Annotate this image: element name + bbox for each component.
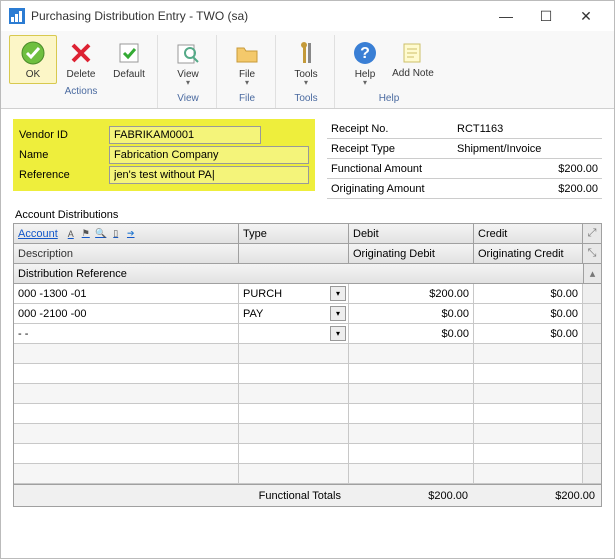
x-icon bbox=[67, 39, 95, 67]
reference-label: Reference bbox=[19, 169, 109, 181]
receipt-type-label: Receipt Type bbox=[327, 143, 457, 155]
cell-credit[interactable]: $0.00 bbox=[474, 304, 583, 323]
col-account[interactable]: Account A ⚑ 🔍 ▯ ➔ bbox=[14, 224, 239, 243]
chevron-down-icon bbox=[186, 80, 190, 87]
distribution-grid: Account A ⚑ 🔍 ▯ ➔ Type Debit Credit ⤢ De… bbox=[13, 223, 602, 507]
file-button[interactable]: File bbox=[223, 35, 271, 91]
col-credit[interactable]: Credit bbox=[474, 224, 583, 243]
expand-row-button[interactable]: ⤢ bbox=[583, 224, 601, 243]
maximize-button[interactable]: ☐ bbox=[526, 5, 566, 27]
arrow-right-icon[interactable]: ➔ bbox=[124, 227, 138, 241]
titlebar: Purchasing Distribution Entry - TWO (sa)… bbox=[1, 1, 614, 31]
totals-credit: $200.00 bbox=[474, 490, 601, 502]
vendorid-field[interactable] bbox=[109, 126, 261, 144]
originating-amount-value: $200.00 bbox=[457, 183, 602, 195]
group-tools-label: Tools bbox=[294, 91, 317, 108]
col-odebit: Originating Debit bbox=[349, 244, 474, 263]
default-button[interactable]: Default bbox=[105, 35, 153, 84]
cell-type[interactable]: PAY▾ bbox=[239, 304, 349, 323]
chevron-down-icon bbox=[304, 80, 308, 87]
group-file-label: File bbox=[239, 91, 255, 108]
search-icon[interactable]: 🔍 bbox=[94, 227, 108, 241]
help-button[interactable]: ? Help bbox=[341, 35, 389, 91]
section-title: Account Distributions bbox=[15, 209, 602, 221]
svg-text:?: ? bbox=[360, 45, 370, 62]
cell-type[interactable]: PURCH▾ bbox=[239, 284, 349, 303]
col-blank bbox=[239, 244, 349, 263]
totals-row: Functional Totals $200.00 $200.00 bbox=[14, 484, 601, 506]
chevron-down-icon bbox=[245, 80, 249, 87]
chevron-down-icon[interactable]: ▾ bbox=[330, 286, 346, 301]
col-type[interactable]: Type bbox=[239, 224, 349, 243]
col-description: Description bbox=[14, 244, 239, 263]
group-view-label: View bbox=[177, 91, 199, 108]
toolbar: OK Delete Default Actions View View bbox=[1, 31, 614, 109]
minimize-button[interactable]: — bbox=[486, 5, 526, 27]
note-icon bbox=[399, 39, 427, 67]
flag-icon[interactable]: ⚑ bbox=[79, 227, 93, 241]
collapse-row-button[interactable]: ⤡ bbox=[583, 244, 601, 263]
delete-label: Delete bbox=[67, 69, 96, 80]
cell-account[interactable]: - - bbox=[14, 324, 239, 343]
ok-label: OK bbox=[26, 69, 40, 80]
functional-amount-label: Functional Amount bbox=[327, 163, 457, 175]
chevron-down-icon[interactable]: ▾ bbox=[330, 306, 346, 321]
receipt-type-value: Shipment/Invoice bbox=[457, 143, 602, 155]
table-row[interactable]: 000 -2100 -00 PAY▾ $0.00 $0.00 bbox=[14, 304, 601, 324]
scroll-up-button[interactable]: ▴ bbox=[583, 264, 601, 283]
cell-debit[interactable]: $0.00 bbox=[349, 304, 474, 323]
help-icon: ? bbox=[351, 39, 379, 67]
delete-button[interactable]: Delete bbox=[57, 35, 105, 84]
tools-button[interactable]: Tools bbox=[282, 35, 330, 91]
col-distref: Distribution Reference bbox=[14, 264, 583, 283]
col-debit[interactable]: Debit bbox=[349, 224, 474, 243]
functional-amount-value: $200.00 bbox=[457, 163, 602, 175]
cell-account[interactable]: 000 -1300 -01 bbox=[14, 284, 239, 303]
chevron-down-icon bbox=[363, 80, 367, 87]
addnote-label: Add Note bbox=[392, 69, 434, 79]
cell-credit[interactable]: $0.00 bbox=[474, 324, 583, 343]
cell-account[interactable]: 000 -2100 -00 bbox=[14, 304, 239, 323]
check-icon bbox=[19, 39, 47, 67]
group-help-label: Help bbox=[379, 91, 400, 108]
default-label: Default bbox=[113, 69, 145, 80]
name-field[interactable] bbox=[109, 146, 309, 164]
add-note-button[interactable]: Add Note bbox=[389, 35, 437, 91]
chevron-down-icon[interactable]: ▾ bbox=[330, 326, 346, 341]
cell-debit[interactable]: $0.00 bbox=[349, 324, 474, 343]
app-icon bbox=[9, 8, 25, 24]
totals-debit: $200.00 bbox=[349, 490, 474, 502]
vendorid-label: Vendor ID bbox=[19, 129, 109, 141]
default-icon bbox=[115, 39, 143, 67]
cell-credit[interactable]: $0.00 bbox=[474, 284, 583, 303]
ok-button[interactable]: OK bbox=[9, 35, 57, 84]
table-row[interactable]: - - ▾ $0.00 $0.00 bbox=[14, 324, 601, 344]
view-button[interactable]: View bbox=[164, 35, 212, 91]
grid-body: 000 -1300 -01 PURCH▾ $200.00 $0.00 000 -… bbox=[14, 284, 601, 484]
receipt-panel: Receipt No.RCT1163 Receipt TypeShipment/… bbox=[327, 119, 602, 199]
window-title: Purchasing Distribution Entry - TWO (sa) bbox=[31, 9, 486, 23]
reference-field[interactable] bbox=[109, 166, 309, 184]
receipt-no-label: Receipt No. bbox=[327, 123, 457, 135]
name-label: Name bbox=[19, 149, 109, 161]
originating-amount-label: Originating Amount bbox=[327, 183, 457, 195]
close-button[interactable]: ✕ bbox=[566, 5, 606, 27]
group-actions-label: Actions bbox=[65, 84, 98, 101]
cell-type[interactable]: ▾ bbox=[239, 324, 349, 343]
magnifier-icon bbox=[174, 39, 202, 67]
totals-label: Functional Totals bbox=[14, 490, 349, 502]
vendor-panel: Vendor ID Name Reference bbox=[13, 119, 315, 191]
note-icon[interactable]: ▯ bbox=[109, 227, 123, 241]
folder-icon bbox=[233, 39, 261, 67]
tools-icon bbox=[292, 39, 320, 67]
col-account-label: Account bbox=[18, 228, 58, 240]
cell-debit[interactable]: $200.00 bbox=[349, 284, 474, 303]
letter-icon[interactable]: A bbox=[64, 227, 78, 241]
receipt-no-value: RCT1163 bbox=[457, 123, 602, 135]
table-row[interactable]: 000 -1300 -01 PURCH▾ $200.00 $0.00 bbox=[14, 284, 601, 304]
col-ocredit: Originating Credit bbox=[474, 244, 583, 263]
